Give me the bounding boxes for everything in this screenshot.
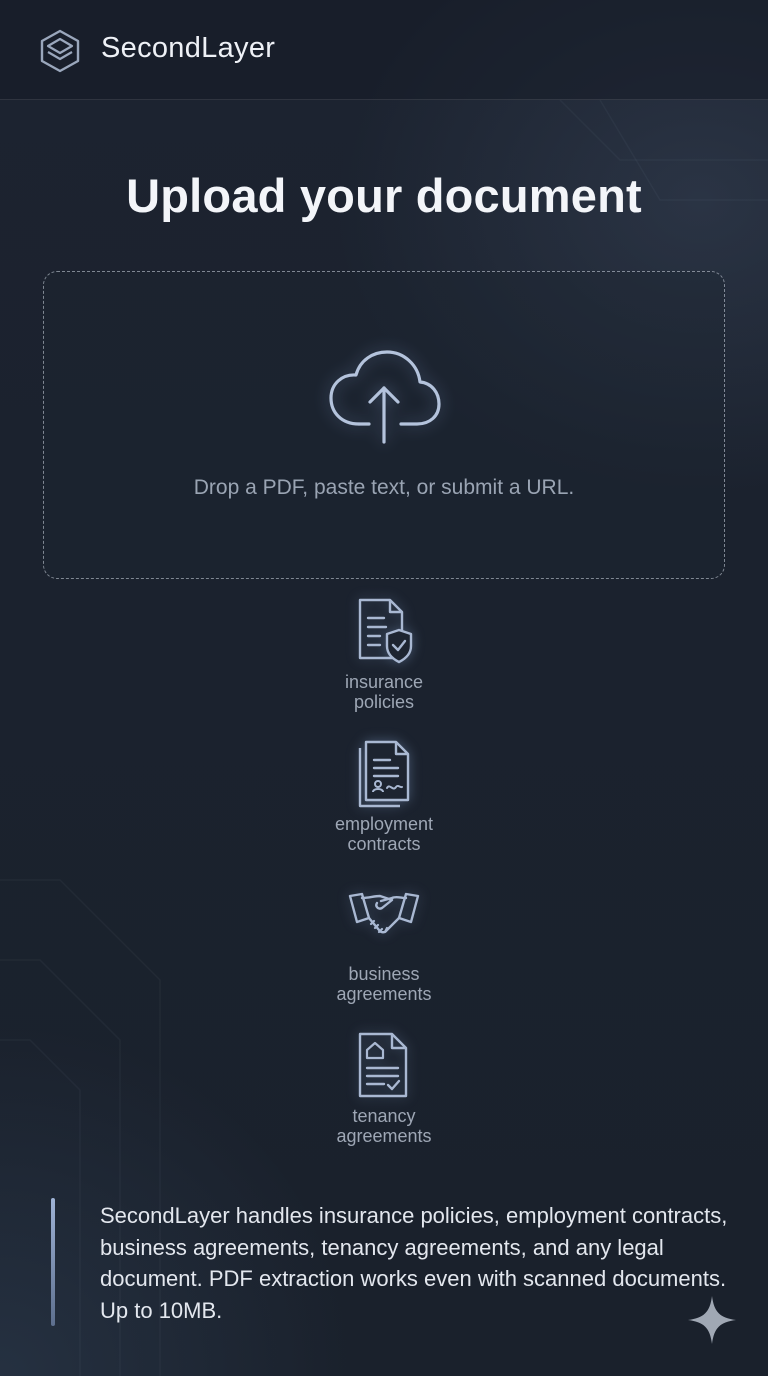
info-accent-bar [51,1198,55,1326]
sparkle-icon[interactable] [686,1294,738,1346]
document-shield-icon [358,598,413,664]
doc-type-business-agreements: business agreements [284,888,484,1004]
stacked-layers-icon[interactable] [38,28,82,74]
doc-type-tenancy-agreements: tenancy agreements [284,1030,484,1146]
doc-type-label: insurance policies [344,672,424,712]
doc-type-label: tenancy agreements [336,1106,432,1146]
house-document-icon [358,1032,408,1098]
contract-signature-icon [358,740,410,808]
info-description: SecondLayer handles insurance policies, … [100,1203,728,1323]
brand-name[interactable]: SecondLayer [101,32,275,65]
dropzone-hint: Drop a PDF, paste text, or submit a URL. [193,476,575,499]
cloud-upload-icon [329,350,441,444]
doc-type-insurance-policies: insurance policies [284,596,484,712]
doc-type-label: business agreements [336,964,432,1004]
doc-type-label: employment contracts [334,814,434,854]
app-header: SecondLayer [0,0,768,100]
doc-type-employment-contracts: employment contracts [284,738,484,854]
upload-dropzone[interactable]: Drop a PDF, paste text, or submit a URL. [43,271,725,579]
page-title: Upload your document [126,169,642,222]
handshake-icon [348,892,420,934]
